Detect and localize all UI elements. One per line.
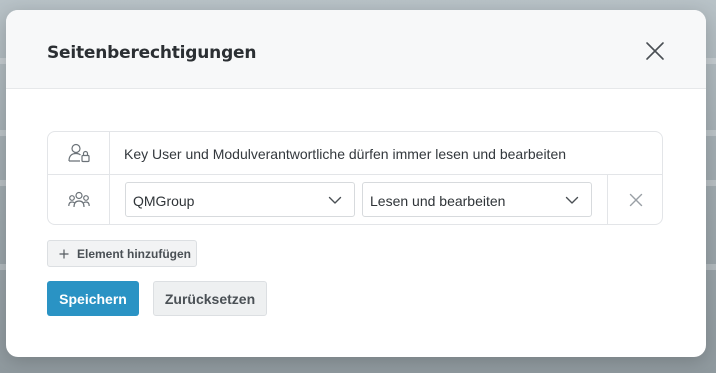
info-text: Key User und Modulverantwortliche dürfen… — [124, 146, 567, 162]
remove-icon[interactable] — [629, 193, 643, 207]
chevron-down-icon — [565, 196, 579, 204]
dialog-header: Seitenberechtigungen — [6, 10, 706, 89]
add-element-button[interactable]: Element hinzufügen — [47, 240, 197, 267]
chevron-down-icon — [328, 196, 342, 204]
dialog-title: Seitenberechtigungen — [47, 43, 257, 63]
reset-button[interactable]: Zurücksetzen — [153, 281, 267, 316]
user-lock-icon — [67, 143, 90, 163]
save-button[interactable]: Speichern — [47, 281, 139, 316]
permissions-dialog: Seitenberechtigungen Key User und Modulv… — [6, 10, 706, 357]
info-row: Key User und Modulverantwortliche dürfen… — [48, 132, 662, 175]
group-icon — [67, 191, 90, 207]
permissions-table: Key User und Modulverantwortliche dürfen… — [47, 131, 663, 225]
permission-entry-row: QMGroup Lesen und bearbeiten — [48, 175, 662, 224]
remove-entry-button[interactable] — [607, 175, 662, 224]
group-icon-cell — [48, 175, 110, 224]
plus-icon — [59, 249, 69, 258]
permission-select[interactable]: Lesen und bearbeiten — [362, 182, 592, 217]
permission-select-value: Lesen und bearbeiten — [370, 193, 506, 209]
group-select[interactable]: QMGroup — [125, 182, 355, 217]
group-select-value: QMGroup — [133, 193, 195, 209]
info-icon-cell — [48, 132, 110, 174]
close-icon[interactable] — [644, 40, 666, 62]
add-element-label: Element hinzufügen — [77, 246, 191, 261]
close-button[interactable] — [644, 40, 666, 62]
